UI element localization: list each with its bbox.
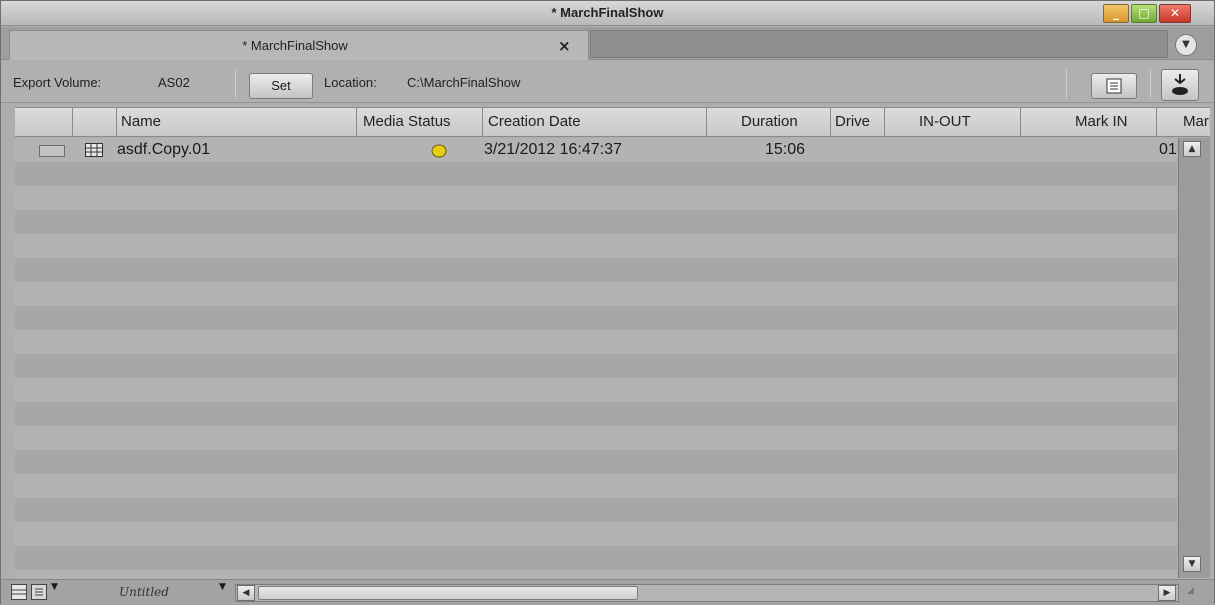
list-view-icon xyxy=(1106,78,1122,94)
bin-status-bar: ▼ Untitled ▼ ◀ ▶ ◢ xyxy=(1,579,1214,605)
bin-toolbar: Export Volume: AS02 Location: C:\MarchFi… xyxy=(1,61,1214,103)
sequence-icon xyxy=(85,143,103,162)
set-button[interactable]: Set xyxy=(249,73,313,99)
list-view-button[interactable] xyxy=(1091,73,1137,99)
bin-window: * MarchFinalShow _ □ ✕ * MarchFinalShow … xyxy=(0,0,1215,605)
location-value: C:\MarchFinalShow xyxy=(407,75,521,90)
column-header-select[interactable] xyxy=(15,108,73,136)
tab-bar-empty-area xyxy=(590,30,1168,58)
column-header-duration[interactable]: Duration xyxy=(707,108,831,136)
table-row[interactable]: asdf.Copy.01 3/21/2012 16:47:37 15:06 01 xyxy=(15,138,1177,164)
export-volume-value: AS02 xyxy=(158,75,190,90)
duration-value: 15:06 xyxy=(765,141,806,158)
scroll-down-icon[interactable]: ▼ xyxy=(1183,556,1201,572)
minimize-button[interactable]: _ xyxy=(1103,4,1129,23)
bin-contents[interactable]: asdf.Copy.01 3/21/2012 16:47:37 15:06 01 xyxy=(15,138,1177,578)
mark-in-value: 01 xyxy=(1159,141,1177,158)
vertical-scrollbar[interactable]: ▲ ▼ xyxy=(1178,138,1210,578)
window-title: * MarchFinalShow xyxy=(551,5,664,20)
tab-label: * MarchFinalShow xyxy=(242,38,348,53)
hand-button[interactable] xyxy=(1161,69,1199,101)
toolbar-divider xyxy=(235,69,236,99)
close-window-button[interactable]: ✕ xyxy=(1159,4,1191,23)
column-header-name[interactable]: Name xyxy=(117,108,357,136)
tab-marchfinalshow[interactable]: * MarchFinalShow × xyxy=(9,30,589,60)
column-header-creation-date[interactable]: Creation Date xyxy=(483,108,707,136)
minimize-icon: _ xyxy=(1113,6,1119,20)
maximize-icon: □ xyxy=(1138,6,1150,20)
maximize-button[interactable]: □ xyxy=(1131,4,1157,23)
column-header-mark[interactable]: Mark xyxy=(1157,108,1210,136)
hand-icon xyxy=(1172,74,1188,95)
column-header-drive[interactable]: Drive xyxy=(831,108,885,136)
toolbar-divider xyxy=(1066,69,1067,99)
bin-view-name[interactable]: Untitled xyxy=(119,585,169,599)
horizontal-scrollbar[interactable]: ◀ ▶ xyxy=(235,584,1179,602)
column-header-row: Name Media Status Creation Date Duration… xyxy=(15,107,1210,137)
scroll-right-icon[interactable]: ▶ xyxy=(1158,585,1176,601)
media-status-indicator xyxy=(431,144,447,163)
column-header-in-out[interactable]: IN-OUT xyxy=(885,108,1021,136)
scroll-left-icon[interactable]: ◀ xyxy=(237,585,255,601)
resize-grip-icon[interactable]: ◢ xyxy=(1187,586,1194,596)
tab-bar: * MarchFinalShow × ▼ xyxy=(1,27,1214,60)
view-menu-chevron-down-icon[interactable]: ▼ xyxy=(51,582,58,592)
scroll-up-icon[interactable]: ▲ xyxy=(1183,141,1201,157)
location-label: Location: xyxy=(324,75,377,90)
column-header-icon[interactable] xyxy=(73,108,117,136)
horizontal-scroll-thumb[interactable] xyxy=(258,586,638,600)
close-icon: ✕ xyxy=(1169,6,1181,20)
tab-close-icon[interactable]: × xyxy=(558,37,571,55)
column-header-media-status[interactable]: Media Status xyxy=(357,108,483,136)
text-view-icon[interactable] xyxy=(31,584,47,600)
row-select-box[interactable] xyxy=(39,145,65,157)
bin-view-chevron-down-icon[interactable]: ▼ xyxy=(219,582,226,592)
column-header-mark-in[interactable]: Mark IN xyxy=(1021,108,1157,136)
frame-view-icon[interactable] xyxy=(11,584,27,600)
toolbar-divider xyxy=(1150,69,1151,99)
creation-date-value: 3/21/2012 16:47:37 xyxy=(484,141,622,158)
export-volume-label: Export Volume: xyxy=(13,75,102,90)
clip-name[interactable]: asdf.Copy.01 xyxy=(117,141,210,159)
title-bar: * MarchFinalShow _ □ ✕ xyxy=(1,1,1214,26)
chevron-down-circle-icon[interactable]: ▼ xyxy=(1175,34,1197,56)
